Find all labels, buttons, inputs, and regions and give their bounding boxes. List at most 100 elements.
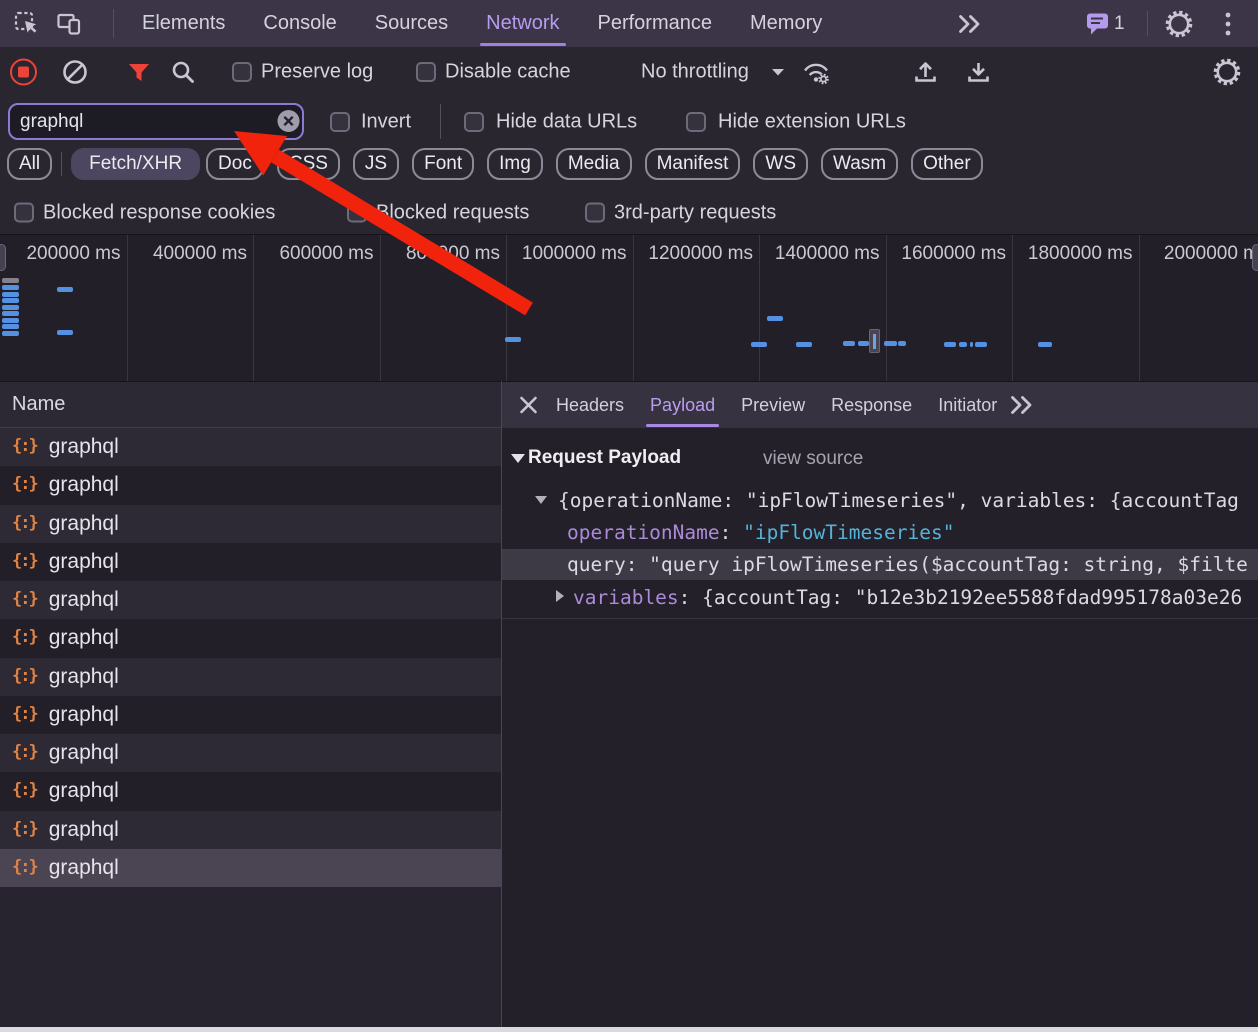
filter-chip-img[interactable]: Img: [487, 148, 543, 180]
hide-extension-urls-label[interactable]: Hide extension URLs: [718, 110, 906, 133]
3rd-party-requests-checkbox[interactable]: [585, 203, 605, 223]
issues-count[interactable]: 1: [1114, 13, 1125, 35]
tab-elements[interactable]: Elements: [123, 0, 244, 47]
filter-chip-ws[interactable]: WS: [753, 148, 808, 180]
import-har-icon[interactable]: [912, 59, 939, 85]
detail-tab-headers[interactable]: Headers: [543, 382, 637, 428]
payload-line[interactable]: operationName: "ipFlowTimeseries": [502, 517, 1258, 547]
checkbox-label[interactable]: Blocked response cookies: [43, 201, 275, 224]
filter-chip-font[interactable]: Font: [412, 148, 474, 180]
more-tabs-icon[interactable]: [956, 13, 983, 34]
devtools-top-bar: ElementsConsoleSourcesNetworkPerformance…: [0, 0, 1258, 47]
filter-funnel-icon[interactable]: [127, 61, 151, 84]
request-row[interactable]: {:}graphql: [0, 772, 501, 810]
overview-left-handle[interactable]: [0, 244, 6, 271]
throttling-select[interactable]: No throttling: [641, 61, 749, 84]
filter-chip-media[interactable]: Media: [556, 148, 632, 180]
request-row[interactable]: {:}graphql: [0, 543, 501, 581]
tab-performance[interactable]: Performance: [579, 0, 732, 47]
blocked-response-cookies-checkbox[interactable]: [14, 203, 34, 223]
request-row[interactable]: {:}graphql: [0, 428, 501, 466]
waterfall-bar: [2, 331, 19, 336]
export-har-icon[interactable]: [965, 59, 992, 85]
request-row[interactable]: {:}graphql: [0, 658, 501, 696]
waterfall-bar: [2, 311, 19, 316]
network-settings-gear-icon[interactable]: [1212, 57, 1242, 87]
waterfall-bar: [2, 305, 19, 310]
more-detail-tabs-icon[interactable]: [1008, 395, 1035, 416]
device-toolbar-icon[interactable]: [56, 11, 83, 36]
tab-console[interactable]: Console: [244, 0, 355, 47]
invert-label[interactable]: Invert: [361, 110, 411, 133]
checkbox-label[interactable]: 3rd-party requests: [614, 201, 776, 224]
inspect-element-icon[interactable]: [14, 11, 40, 37]
filter-chip-manifest[interactable]: Manifest: [645, 148, 741, 180]
invert-checkbox[interactable]: [330, 112, 350, 132]
expand-right-icon[interactable]: [556, 590, 564, 602]
request-row[interactable]: {:}graphql: [0, 811, 501, 849]
detail-tab-response[interactable]: Response: [818, 382, 925, 428]
request-detail-pane: HeadersPayloadPreviewResponseInitiator R…: [502, 381, 1258, 1032]
waterfall-bar: [57, 330, 73, 335]
search-icon[interactable]: [170, 59, 196, 85]
record-network-log-button[interactable]: [10, 59, 37, 86]
fetch-xhr-icon: {:}: [12, 589, 37, 609]
filter-input[interactable]: [8, 103, 304, 140]
detail-tab-initiator[interactable]: Initiator: [925, 382, 1010, 428]
preserve-log-label[interactable]: Preserve log: [261, 61, 373, 84]
waterfall-bar: [505, 337, 521, 342]
checkbox-label[interactable]: Blocked requests: [376, 201, 529, 224]
network-conditions-icon[interactable]: [800, 59, 832, 86]
hide-data-urls-checkbox[interactable]: [464, 112, 484, 132]
overview-right-handle[interactable]: [1252, 244, 1258, 271]
waterfall-bar: [884, 341, 897, 346]
expand-down-icon[interactable]: [535, 496, 547, 504]
preserve-log-checkbox[interactable]: [232, 62, 252, 82]
filter-chip-js[interactable]: JS: [353, 148, 399, 180]
request-row[interactable]: {:}graphql: [0, 849, 501, 887]
timeline-tick-label: 1800000 ms: [1028, 243, 1133, 265]
disable-cache-checkbox[interactable]: [416, 62, 436, 82]
view-source-link[interactable]: view source: [763, 448, 863, 470]
name-column-header[interactable]: Name: [0, 381, 501, 428]
filter-chip-all[interactable]: All: [7, 148, 52, 180]
fetch-xhr-icon: {:}: [12, 857, 37, 877]
request-payload-section[interactable]: Request Payload: [511, 447, 681, 469]
request-row[interactable]: {:}graphql: [0, 505, 501, 543]
request-row[interactable]: {:}graphql: [0, 466, 501, 504]
blocked-requests-checkbox[interactable]: [347, 203, 367, 223]
payload-line[interactable]: {operationName: "ipFlowTimeseries", vari…: [502, 485, 1258, 515]
tab-network[interactable]: Network: [467, 0, 578, 47]
request-row[interactable]: {:}graphql: [0, 581, 501, 619]
filter-chip-doc[interactable]: Doc: [206, 148, 264, 180]
clear-network-log-icon[interactable]: [61, 58, 89, 86]
detail-tab-payload[interactable]: Payload: [637, 382, 728, 428]
disable-cache-label[interactable]: Disable cache: [445, 61, 571, 84]
hide-extension-urls-checkbox[interactable]: [686, 112, 706, 132]
section-expand-icon[interactable]: [511, 454, 525, 463]
filter-chip-wasm[interactable]: Wasm: [821, 148, 898, 180]
throttling-caret-icon[interactable]: [771, 68, 785, 77]
filter-chip-css[interactable]: CSS: [277, 148, 340, 180]
kebab-menu-icon[interactable]: [1224, 11, 1232, 37]
clear-filter-icon[interactable]: [276, 109, 301, 134]
request-name: graphql: [49, 665, 119, 689]
request-row[interactable]: {:}graphql: [0, 734, 501, 772]
filter-chip-fetchxhr[interactable]: Fetch/XHR: [71, 148, 200, 180]
devtools-window: ElementsConsoleSourcesNetworkPerformance…: [0, 0, 1258, 1032]
network-overview-timeline[interactable]: 200000 ms400000 ms600000 ms800000 ms1000…: [0, 234, 1258, 381]
issues-message-icon[interactable]: [1086, 12, 1110, 35]
close-detail-icon[interactable]: [518, 395, 539, 416]
request-name: graphql: [49, 435, 119, 459]
detail-tab-preview[interactable]: Preview: [728, 382, 818, 428]
payload-line[interactable]: query: "query ipFlowTimeseries($accountT…: [502, 549, 1258, 579]
filter-chip-other[interactable]: Other: [911, 148, 983, 180]
hide-data-urls-label[interactable]: Hide data URLs: [496, 110, 637, 133]
tab-memory[interactable]: Memory: [731, 0, 841, 47]
request-row[interactable]: {:}graphql: [0, 696, 501, 734]
request-row[interactable]: {:}graphql: [0, 619, 501, 657]
tab-sources[interactable]: Sources: [356, 0, 467, 47]
settings-gear-icon[interactable]: [1164, 9, 1194, 39]
payload-separator: [502, 618, 1258, 619]
payload-line[interactable]: variables: {accountTag: "b12e3b2192ee558…: [502, 582, 1258, 612]
